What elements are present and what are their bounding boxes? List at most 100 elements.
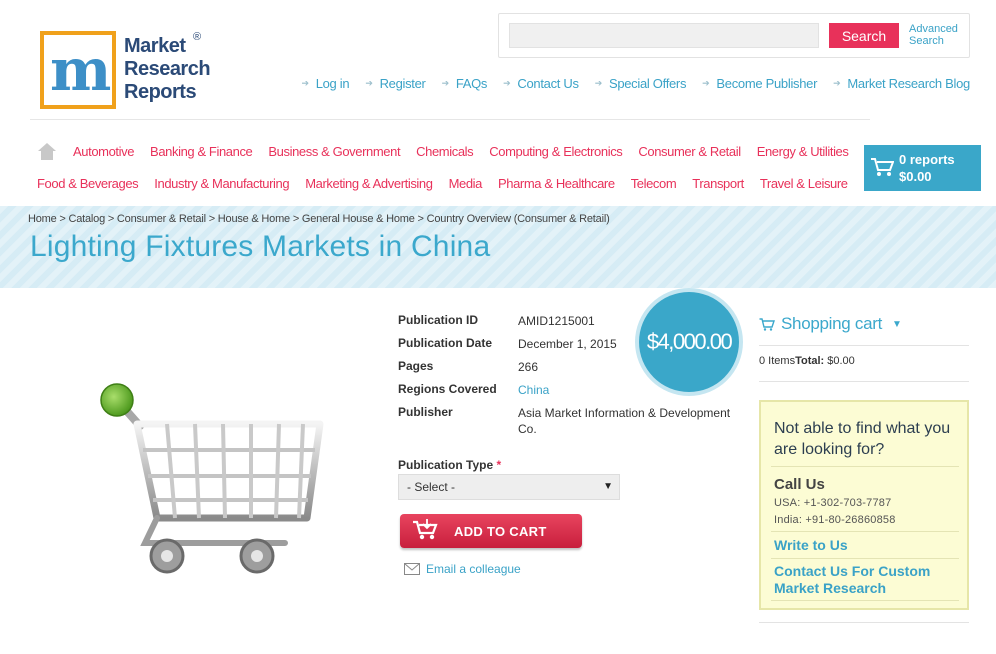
category-industry-manufacturing[interactable]: Industry & Manufacturing xyxy=(154,176,289,191)
registered-mark: ® xyxy=(193,31,202,43)
select-value: - Select - xyxy=(407,480,456,494)
category-telecom[interactable]: Telecom xyxy=(631,176,677,191)
divider xyxy=(759,622,969,623)
divider xyxy=(759,381,969,382)
top-link-register[interactable]: ➔ Register xyxy=(365,76,426,91)
arrow-icon: ➔ xyxy=(702,78,710,88)
shopping-cart-header[interactable]: Shopping cart ▼ xyxy=(759,314,902,334)
phone-india: India: +91-80-26860858 xyxy=(774,514,896,526)
write-to-us-link[interactable]: Write to Us xyxy=(774,537,848,554)
cart-icon xyxy=(759,317,775,331)
detail-label: Publication ID xyxy=(398,313,479,327)
divider xyxy=(759,345,969,346)
publication-type-text: Publication Type xyxy=(398,458,494,472)
top-link-label: Become Publisher xyxy=(716,76,818,91)
category-transport[interactable]: Transport xyxy=(692,176,744,191)
divider xyxy=(771,558,959,559)
top-nav: ➔ Log in ➔ Register ➔ FAQs ➔ Contact Us ➔ Spe… xyxy=(301,76,970,91)
advanced-search-link[interactable]: Advanced Search xyxy=(909,23,969,47)
category-business-government[interactable]: Business & Government xyxy=(268,144,400,159)
help-box: Not able to find what you are looking fo… xyxy=(759,400,969,610)
top-link-label: Log in xyxy=(315,76,350,91)
search-panel: Search Advanced Search xyxy=(498,13,970,58)
publication-type-label: Publication Type * xyxy=(398,458,501,472)
top-link-login[interactable]: ➔ Log in xyxy=(301,76,349,91)
site-logo[interactable]: m Market Research Reports ® xyxy=(40,31,212,109)
shopping-cart-title: Shopping cart xyxy=(781,314,883,333)
arrow-icon: ➔ xyxy=(833,78,841,88)
email-colleague-label: Email a colleague xyxy=(426,562,521,576)
chevron-down-icon: ▼ xyxy=(603,481,613,492)
phone-usa: USA: +1-302-703-7787 xyxy=(774,497,892,509)
price-badge: $4,000.00 xyxy=(639,292,739,392)
top-link-blog[interactable]: ➔ Market Research Blog xyxy=(833,76,970,91)
detail-row: Publisher Asia Market Information & Deve… xyxy=(398,405,740,437)
cart-items-count: 0 Items xyxy=(759,355,796,367)
search-button[interactable]: Search xyxy=(829,23,899,48)
top-link-faqs[interactable]: ➔ FAQs xyxy=(442,76,488,91)
category-chemicals[interactable]: Chemicals xyxy=(416,144,473,159)
top-link-offers[interactable]: ➔ Special Offers xyxy=(594,76,687,91)
top-link-label: Contact Us xyxy=(517,76,579,91)
product-cart-image xyxy=(100,383,324,574)
search-input[interactable] xyxy=(509,23,819,48)
top-link-publisher[interactable]: ➔ Become Publisher xyxy=(702,76,817,91)
page-title: Lighting Fixtures Markets in China xyxy=(30,230,491,263)
top-link-label: Register xyxy=(379,76,426,91)
divider xyxy=(771,531,959,532)
publisher-name: Asia Market Information & Development Co… xyxy=(518,406,731,436)
logo-letter: m xyxy=(50,36,111,104)
cart-total-value: $0.00 xyxy=(827,355,855,367)
arrow-icon: ➔ xyxy=(441,78,450,88)
top-link-label: Market Research Blog xyxy=(847,76,970,91)
custom-research-link[interactable]: Contact Us For Custom Market Research xyxy=(774,563,964,597)
arrow-icon: ➔ xyxy=(301,78,309,88)
shopping-cart-summary: 0 ItemsTotal: $0.00 xyxy=(759,355,855,367)
category-consumer-retail[interactable]: Consumer & Retail xyxy=(638,144,741,159)
category-marketing-advertising[interactable]: Marketing & Advertising xyxy=(305,176,433,191)
home-icon[interactable] xyxy=(38,143,56,160)
category-energy-utilities[interactable]: Energy & Utilities xyxy=(757,144,849,159)
detail-label: Publication Date xyxy=(398,336,493,350)
add-to-cart-button[interactable]: ADD TO CART xyxy=(400,514,582,548)
arrow-icon: ➔ xyxy=(594,78,603,88)
logo-wordmark: Market Research Reports xyxy=(124,35,211,104)
top-link-label: Special Offers xyxy=(608,76,687,91)
help-title: Not able to find what you are looking fo… xyxy=(774,420,951,458)
cart-icon xyxy=(413,519,438,540)
detail-label: Publisher xyxy=(398,405,453,419)
logo-line-2: Research xyxy=(124,58,211,80)
category-nav-row-1: Automotive Banking & Finance Business & … xyxy=(73,144,849,159)
breadcrumb[interactable]: Home > Catalog > Consumer & Retail > Hou… xyxy=(28,213,610,225)
category-computing-electronics[interactable]: Computing & Electronics xyxy=(489,144,623,159)
add-to-cart-label: ADD TO CART xyxy=(454,524,547,539)
cart-total-label: Total: xyxy=(795,355,825,367)
mini-cart-button[interactable]: 0 reports $0.00 xyxy=(864,145,981,191)
category-pharma-healthcare[interactable]: Pharma & Healthcare xyxy=(498,176,615,191)
header-divider xyxy=(30,119,870,120)
detail-label: Pages xyxy=(398,359,434,373)
logo-mark: m xyxy=(40,31,116,109)
detail-label: Regions Covered xyxy=(398,382,497,396)
logo-line-3: Reports xyxy=(124,81,197,103)
category-media[interactable]: Media xyxy=(449,176,483,191)
category-travel-leisure[interactable]: Travel & Leisure xyxy=(760,176,848,191)
cart-icon xyxy=(871,158,894,176)
call-us-heading: Call Us xyxy=(774,476,825,493)
category-automotive[interactable]: Automotive xyxy=(73,144,134,159)
top-link-contact[interactable]: ➔ Contact Us xyxy=(503,76,579,91)
category-banking-finance[interactable]: Banking & Finance xyxy=(150,144,253,159)
category-nav-row-2: Food & Beverages Industry & Manufacturin… xyxy=(37,176,848,191)
category-food-beverages[interactable]: Food & Beverages xyxy=(37,176,139,191)
publication-type-select[interactable]: - Select - ▼ xyxy=(398,474,620,500)
arrow-icon: ➔ xyxy=(365,78,373,88)
mini-cart-total: $0.00 xyxy=(899,169,932,184)
required-mark: * xyxy=(496,458,502,472)
mini-cart-count: 0 reports xyxy=(899,152,955,167)
top-link-label: FAQs xyxy=(455,76,488,91)
arrow-icon: ➔ xyxy=(503,78,511,88)
divider xyxy=(771,600,959,601)
divider xyxy=(771,466,959,467)
chevron-down-icon: ▼ xyxy=(892,318,902,330)
email-colleague-link[interactable]: Email a colleague xyxy=(404,562,521,576)
